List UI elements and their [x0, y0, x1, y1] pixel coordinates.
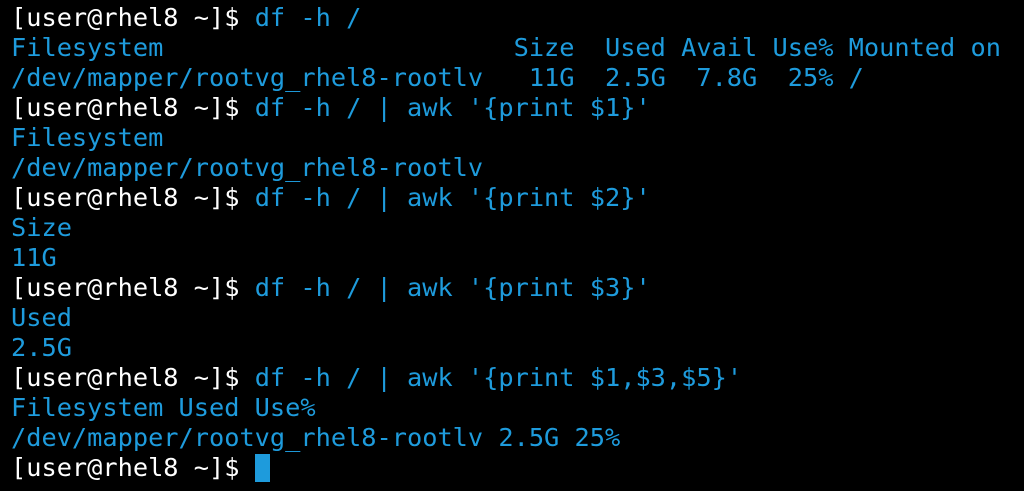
shell-prompt: [user@rhel8 ~]$: [11, 363, 255, 392]
command-line: [user@rhel8 ~]$ df -h / | awk '{print $1…: [11, 93, 1024, 123]
output-line: Filesystem Used Use%: [11, 393, 316, 422]
output-line: /dev/mapper/rootvg_rhel8-rootlv 11G 2.5G…: [11, 63, 864, 92]
shell-prompt: [user@rhel8 ~]$: [11, 93, 255, 122]
shell-prompt: [user@rhel8 ~]$: [11, 453, 255, 482]
output-line: Used: [11, 303, 72, 332]
output-line: 11G: [11, 243, 57, 272]
command-line: [user@rhel8 ~]$ df -h / | awk '{print $2…: [11, 183, 1024, 213]
output-line: 2.5G: [11, 333, 72, 362]
command-text: df -h / | awk '{print $3}': [254, 273, 651, 302]
text-cursor: [254, 454, 270, 482]
output-line: Filesystem Size Used Avail Use% Mounted …: [11, 33, 1001, 62]
command-text: df -h /: [254, 3, 362, 32]
command-line: [user@rhel8 ~]$ df -h / | awk '{print $3…: [11, 273, 1024, 303]
shell-prompt: [user@rhel8 ~]$: [11, 183, 255, 212]
output-line: Size: [11, 213, 72, 242]
output-line: Filesystem: [11, 123, 164, 152]
command-line: [user@rhel8 ~]$ df -h /: [11, 3, 1024, 33]
shell-prompt: [user@rhel8 ~]$: [11, 273, 255, 302]
terminal-window[interactable]: [user@rhel8 ~]$ df -h / Filesystem Size …: [0, 0, 1024, 491]
command-text: df -h / | awk '{print $1}': [254, 93, 651, 122]
output-line: /dev/mapper/rootvg_rhel8-rootlv 2.5G 25%: [11, 423, 621, 452]
shell-prompt: [user@rhel8 ~]$: [11, 3, 255, 32]
output-line: /dev/mapper/rootvg_rhel8-rootlv: [11, 153, 484, 182]
command-line: [user@rhel8 ~]$ df -h / | awk '{print $1…: [11, 363, 1024, 393]
input-line[interactable]: [user@rhel8 ~]$: [11, 453, 1024, 483]
command-text: df -h / | awk '{print $2}': [254, 183, 651, 212]
command-text: df -h / | awk '{print $1,$3,$5}': [254, 363, 743, 392]
